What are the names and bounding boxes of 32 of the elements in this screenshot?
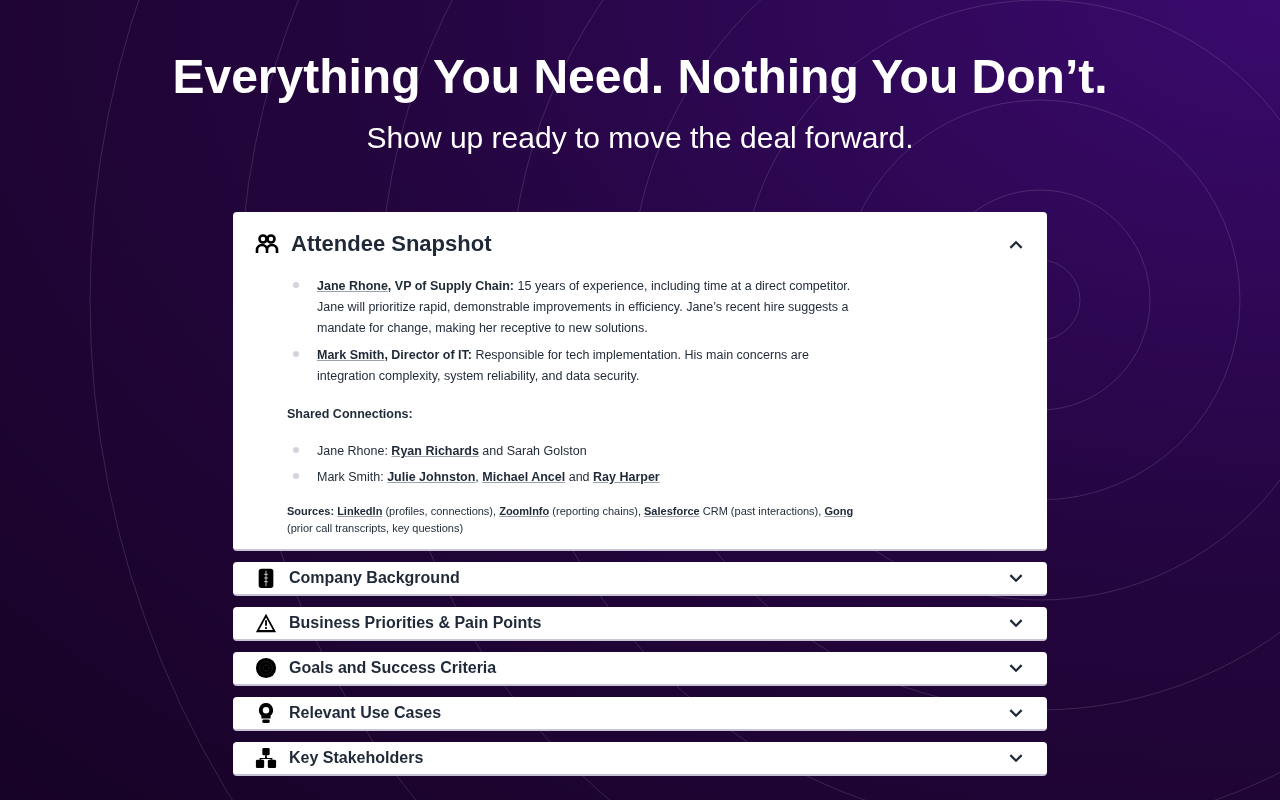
source-link[interactable]: LinkedIn [337, 505, 383, 517]
connection-line: Mark Smith: Julie Johnston, Michael Ancel and Ray Harper [317, 469, 660, 486]
chevron-up-icon [1009, 239, 1023, 249]
shared-connections-heading: Shared Connections: [287, 407, 414, 421]
hierarchy-icon [255, 747, 277, 769]
page-subtitle: Show up ready to move the deal forward. [366, 120, 914, 156]
people-icon [255, 232, 279, 256]
connection-line: Jane Rhone: Ryan Richards and Sarah Golston [317, 443, 587, 460]
section-title: Attendee Snapshot [291, 231, 493, 257]
chevron-down-icon [1009, 753, 1023, 763]
name-link[interactable]: Ryan Richards [391, 444, 479, 458]
attendee-description: Mark Smith, Director of IT: Responsible for tech implementation. His main concerns are integration complexity, system reliability, and data security. [317, 347, 810, 385]
chevron-down-icon [1009, 663, 1023, 673]
section-title: Company Background [289, 569, 461, 587]
name-link[interactable]: Ray Harper [593, 470, 660, 484]
warning-icon [255, 612, 277, 634]
sources-note: Sources: LinkedIn (profiles, connections), ZoomInfo (reporting chains), Salesforce CRM (past interactions), Gong (prior call transcripts, key questions) [287, 504, 855, 536]
source-link[interactable]: ZoomInfo [499, 505, 550, 517]
section-title: Goals and Success Criteria [289, 659, 498, 677]
name-link[interactable]: Michael Ancel [482, 470, 566, 484]
target-icon [255, 657, 277, 679]
section-title: Key Stakeholders [289, 749, 425, 767]
chevron-down-icon [1009, 618, 1023, 628]
chevron-down-icon [1009, 708, 1023, 718]
chevron-down-icon [1009, 573, 1023, 583]
name-link[interactable]: Jane Rhone [317, 279, 388, 293]
source-link[interactable]: Gong [824, 505, 854, 517]
section-title: Business Priorities & Pain Points [289, 614, 543, 632]
attendee-description: Jane Rhone, VP of Supply Chain: 15 years of experience, including time at a direct competitor. Jane will prioritize rapid, demonstrable improvements in efficiency. Jane’s recent hire suggests a mandate for change, making her receptive to new solutions. [317, 278, 852, 337]
page-title: Everything You Need. Nothing You Don’t. [172, 49, 1108, 105]
section-title: Relevant Use Cases [289, 704, 443, 722]
source-link[interactable]: Salesforce [644, 505, 700, 517]
